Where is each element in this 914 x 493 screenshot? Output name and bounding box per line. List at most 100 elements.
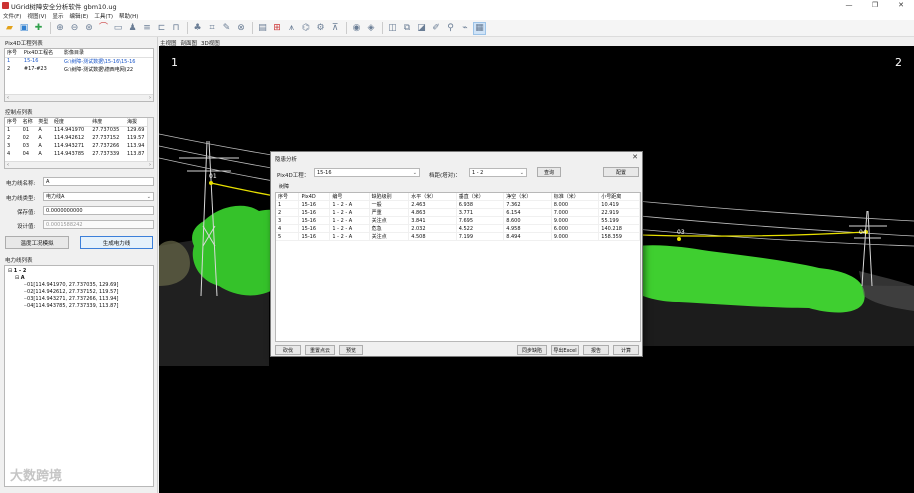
toolbar-separator bbox=[49, 22, 51, 34]
table-row[interactable]: 2 02 A 114.942612 27.737152 119.57 bbox=[5, 134, 149, 142]
path-icon[interactable]: ⌁ bbox=[459, 22, 472, 35]
control-point-list[interactable]: 序号 名称 类型 经度 纬度 海拔 1 01 A 114.941970 27.73703… bbox=[4, 117, 154, 169]
horizontal-scrollbar[interactable]: ‹ › bbox=[5, 94, 153, 101]
curve-icon[interactable]: ⌒ bbox=[97, 22, 110, 35]
project-list[interactable]: 序号 Pix4D工程名 影像目录 1 15-16 G:\树障-测试数据\15-1… bbox=[4, 48, 154, 102]
ruler-icon[interactable]: ⊏ bbox=[155, 22, 168, 35]
line-name-input[interactable]: A bbox=[43, 177, 154, 186]
tower-alt-icon[interactable]: ⊼ bbox=[329, 22, 342, 35]
col-project[interactable]: Pix4D工程名 bbox=[21, 49, 63, 58]
tree-leaf[interactable]: ┈01[114.941970, 27.737035, 129.69] bbox=[8, 282, 150, 289]
tree-child[interactable]: ⊟ A bbox=[8, 275, 150, 282]
pen-icon[interactable]: ✐ bbox=[430, 22, 443, 35]
power-line-tree[interactable]: ⊟ 1 - 2 ⊟ A ┈01[114.941970, 27.737035, 1… bbox=[4, 265, 154, 487]
table-row[interactable]: 1 15-16 1 - 2 - A 一般 2.463 6.938 7.362 8.000 10.… bbox=[276, 200, 640, 209]
save-icon[interactable]: ▣ bbox=[18, 22, 31, 35]
report-button[interactable]: 报告 bbox=[583, 345, 609, 355]
split-icon[interactable]: ◫ bbox=[386, 22, 399, 35]
export-icon[interactable]: ✎ bbox=[220, 22, 233, 35]
tree-icon[interactable]: ♣ bbox=[191, 22, 204, 35]
table-row[interactable]: 2 15-16 1 - 2 - A 严重 4.863 3.771 6.154 7.000 22.… bbox=[276, 208, 640, 217]
toolbar-separator bbox=[382, 22, 383, 34]
tab-tree-hazard[interactable]: 树障 bbox=[279, 183, 289, 190]
plus-box-icon[interactable]: ⊞ bbox=[271, 22, 284, 35]
line-type-select[interactable]: 电力线A ⌄ bbox=[43, 192, 154, 201]
menu-view[interactable]: 视图(V) bbox=[27, 12, 46, 20]
menu-display[interactable]: 显示 bbox=[53, 12, 64, 20]
table-row[interactable]: 5 15-16 1 - 2 - A 关注点 4.508 7.199 8.494 9.000 15… bbox=[276, 232, 640, 241]
horizontal-scrollbar[interactable]: ‹ › bbox=[5, 161, 153, 168]
layers-icon[interactable]: ◈ bbox=[365, 22, 378, 35]
zoom-out-icon[interactable]: ⊖ bbox=[68, 22, 81, 35]
chevron-down-icon: ⌄ bbox=[519, 170, 524, 176]
line-type-value: 电力线A bbox=[46, 194, 65, 200]
add-icon[interactable]: ✚ bbox=[32, 22, 45, 35]
left-panel: Pix4D工程列表 序号 Pix4D工程名 影像目录 1 15-16 G:\树障… bbox=[0, 37, 158, 493]
settings-icon[interactable]: ⚙ bbox=[314, 22, 327, 35]
crop-icon[interactable]: ⌗ bbox=[206, 22, 219, 35]
table-row[interactable]: 1 15-16 G:\树障-测试数据\15-16\15-16 bbox=[5, 57, 153, 65]
delete-icon[interactable]: ⊗ bbox=[235, 22, 248, 35]
open-folder-icon[interactable]: ▰ bbox=[3, 22, 16, 35]
col-index[interactable]: 序号 bbox=[5, 49, 22, 58]
eye-icon[interactable]: ◉ bbox=[350, 22, 363, 35]
menu-help[interactable]: 帮助(H) bbox=[119, 12, 138, 20]
toolbar-separator bbox=[252, 22, 253, 34]
node-icon[interactable]: ⚲ bbox=[444, 22, 457, 35]
print-icon[interactable]: ▤ bbox=[256, 22, 269, 35]
menu-tools[interactable]: 工具(T) bbox=[94, 12, 113, 20]
design-input: 0.0001588242 bbox=[43, 220, 154, 229]
menu-edit[interactable]: 编辑(E) bbox=[70, 12, 89, 20]
build-line-button[interactable]: 生成电力线 bbox=[80, 236, 153, 249]
col-dir[interactable]: 影像目录 bbox=[62, 49, 153, 58]
person-icon[interactable]: ♟ bbox=[126, 22, 139, 35]
maximize-button[interactable]: ❐ bbox=[862, 0, 888, 11]
hazard-table[interactable]: 序号 Pix4D 编号 缺陷级别 水平（米） 垂直（米） 净空（米） 标准（米）… bbox=[275, 192, 641, 342]
tree-root[interactable]: ⊟ 1 - 2 bbox=[8, 268, 150, 275]
section-select[interactable]: 1 - 2 ⌄ bbox=[469, 168, 527, 177]
calculate-button[interactable]: 计算 bbox=[613, 345, 639, 355]
toolbar-separator bbox=[187, 22, 188, 34]
table-row[interactable]: 4 15-16 1 - 2 - A 危急 2.032 4.522 4.958 6.000 140… bbox=[276, 224, 640, 233]
reserve-input[interactable]: 0.0000000000 bbox=[43, 206, 154, 215]
export-excel-button[interactable]: 导出Excel bbox=[551, 345, 579, 355]
project-select[interactable]: 15-16 ⌄ bbox=[314, 168, 420, 177]
table-row[interactable]: 1 01 A 114.941970 27.737035 129.69 bbox=[5, 126, 149, 134]
tree-leaf[interactable]: ┈02[114.942612, 27.737152, 119.57] bbox=[8, 289, 150, 296]
reset-cloud-button[interactable]: 重置点云 bbox=[305, 345, 335, 355]
preview-button[interactable]: 预览 bbox=[339, 345, 363, 355]
window-title: UGrid树障安全分析软件 gbm10.ug bbox=[11, 2, 117, 11]
chart-icon[interactable]: ⌬ bbox=[300, 22, 313, 35]
zoom-in-icon[interactable]: ⊕ bbox=[54, 22, 67, 35]
menu-file[interactable]: 文件(F) bbox=[3, 12, 21, 20]
minimize-button[interactable]: — bbox=[836, 0, 862, 11]
view-front-icon[interactable]: ▭ bbox=[112, 22, 125, 35]
point-label: 04 bbox=[859, 229, 867, 236]
slope-icon[interactable]: ◪ bbox=[415, 22, 428, 35]
zoom-fit-icon[interactable]: ⊛ bbox=[83, 22, 96, 35]
table-row[interactable]: 3 15-16 1 - 2 - A 关注点 3.841 7.695 8.600 9.000 55… bbox=[276, 216, 640, 225]
tree-leaf[interactable]: ┈03[114.943271, 27.737266, 113.94] bbox=[8, 296, 150, 303]
close-button[interactable]: ✕ bbox=[888, 0, 914, 11]
select-icon[interactable]: ▦ bbox=[473, 21, 486, 35]
table-row[interactable]: 3 03 A 114.943271 27.737266 113.94 bbox=[5, 142, 149, 150]
chevron-down-icon: ⌄ bbox=[412, 170, 417, 176]
vertical-scrollbar[interactable] bbox=[147, 118, 153, 161]
stack-icon[interactable]: ⧉ bbox=[401, 22, 414, 35]
table-row[interactable]: 4 04 A 114.943785 27.737339 113.87 bbox=[5, 150, 149, 158]
query-button[interactable]: 查询 bbox=[537, 167, 561, 177]
table-row[interactable]: 2 #17-#23 G:\树障-测试数据\德西电网(22 bbox=[5, 65, 153, 73]
config-button[interactable]: 配置 bbox=[603, 167, 639, 177]
line-type-label: 电力线类型: bbox=[6, 196, 36, 202]
control-point-marker bbox=[209, 181, 213, 185]
fell-button[interactable]: 砍伐 bbox=[275, 345, 301, 355]
tower-icon[interactable]: ⩚ bbox=[285, 22, 298, 35]
tree-leaf[interactable]: ┈04[114.943785, 27.737339, 113.87] bbox=[8, 303, 150, 310]
layer-icon[interactable]: ≡ bbox=[141, 22, 154, 35]
point-label: 01 bbox=[209, 173, 217, 180]
measure-icon[interactable]: ⊓ bbox=[170, 22, 183, 35]
temperature-simulation-button[interactable]: 温度工况模拟 bbox=[5, 236, 69, 249]
sync-defects-button[interactable]: 同步缺陷 bbox=[517, 345, 547, 355]
close-icon[interactable]: ✕ bbox=[632, 153, 638, 161]
project-list-title: Pix4D工程列表 bbox=[5, 41, 43, 47]
